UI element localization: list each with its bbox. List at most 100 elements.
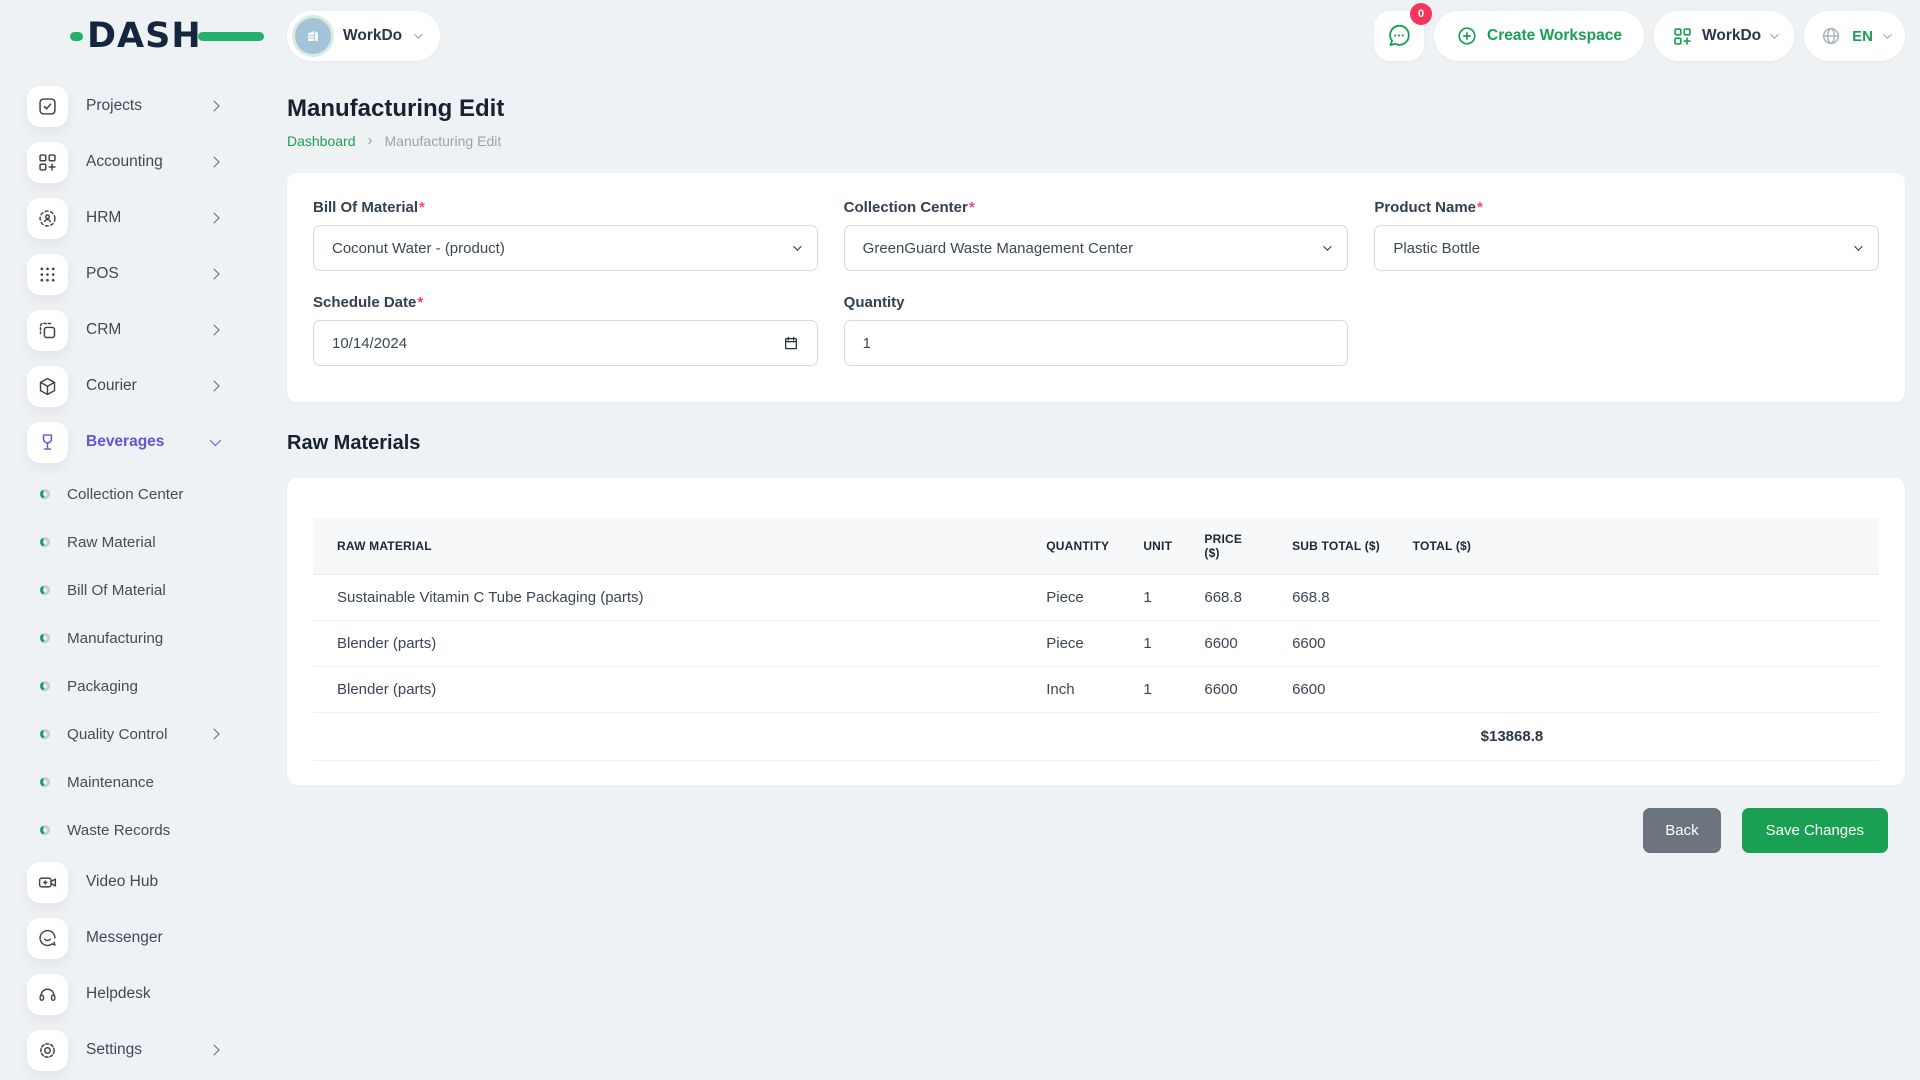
- gear-icon: [27, 1030, 68, 1071]
- workspace-menu[interactable]: WorkDo: [1654, 11, 1794, 61]
- collection-center-field: Collection Center* GreenGuard Waste Mana…: [844, 199, 1349, 271]
- breadcrumb-separator: ›: [368, 132, 373, 149]
- header-actions: 0 Create Workspace WorkDo EN: [1374, 11, 1905, 61]
- chevron-right-icon: [208, 380, 219, 391]
- beverages-glass-icon: [27, 422, 68, 463]
- col-total: TOTAL ($): [1397, 518, 1879, 575]
- required-marker: *: [969, 199, 975, 216]
- grid-plus-icon: [1672, 26, 1693, 47]
- col-quantity: QUANTITY: [1030, 518, 1127, 575]
- sidebar-item-beverages[interactable]: Beverages: [27, 414, 240, 470]
- schedule-date-label: Schedule Date: [313, 294, 416, 311]
- workspace-name: WorkDo: [343, 27, 402, 45]
- sidebar-item-video-hub[interactable]: Video Hub: [27, 854, 240, 910]
- raw-materials-card: RAW MATERIAL QUANTITY UNIT PRICE ($) SUB…: [287, 478, 1905, 785]
- bullet-icon: [40, 729, 50, 739]
- bill-of-material-select[interactable]: Coconut Water - (product): [313, 225, 818, 271]
- product-name-field: Product Name* Plastic Bottle: [1374, 199, 1879, 271]
- chevron-right-icon: [208, 728, 219, 739]
- sidebar-item-messenger[interactable]: Messenger: [27, 910, 240, 966]
- language-label: EN: [1852, 28, 1873, 45]
- top-header: DASH WorkDo 0 Create Workspace: [0, 0, 1920, 72]
- chevron-right-icon: [208, 156, 219, 167]
- breadcrumb: Dashboard › Manufacturing Edit: [287, 132, 1905, 149]
- workspace-avatar: [295, 18, 331, 54]
- sidebar-subitem-manufacturing[interactable]: Manufacturing: [27, 614, 240, 662]
- chevron-right-icon: [208, 212, 219, 223]
- chevron-right-icon: [208, 324, 219, 335]
- sidebar: Projects Accounting HRM POS CRM Cou: [0, 72, 240, 1080]
- quantity-input-wrap: [844, 320, 1349, 366]
- sidebar-subitem-raw-material[interactable]: Raw Material: [27, 518, 240, 566]
- quantity-label: Quantity: [844, 294, 905, 311]
- chevron-right-icon: [208, 1044, 219, 1055]
- product-name-label: Product Name: [1374, 199, 1476, 216]
- bullet-icon: [40, 585, 50, 595]
- sidebar-item-crm[interactable]: CRM: [27, 302, 240, 358]
- chevron-down-icon: [1883, 30, 1891, 38]
- sidebar-subitem-waste-records[interactable]: Waste Records: [27, 806, 240, 854]
- sidebar-subitem-collection-center[interactable]: Collection Center: [27, 470, 240, 518]
- workspace-switcher[interactable]: WorkDo: [287, 11, 440, 61]
- table-row: Blender (parts) Piece 1 6600 6600: [313, 621, 1879, 667]
- bill-of-material-label: Bill Of Material: [313, 199, 418, 216]
- bullet-icon: [40, 537, 50, 547]
- sidebar-subitem-maintenance[interactable]: Maintenance: [27, 758, 240, 806]
- sidebar-item-courier[interactable]: Courier: [27, 358, 240, 414]
- sidebar-item-pos[interactable]: POS: [27, 246, 240, 302]
- projects-check-icon: [27, 86, 68, 127]
- col-price: PRICE ($): [1188, 518, 1276, 575]
- video-camera-icon: [27, 862, 68, 903]
- table-row: Sustainable Vitamin C Tube Packaging (pa…: [313, 575, 1879, 621]
- create-workspace-label: Create Workspace: [1487, 27, 1622, 45]
- quantity-field: Quantity: [844, 294, 1349, 366]
- pos-dots-icon: [27, 254, 68, 295]
- bill-of-material-field: Bill Of Material* Coconut Water - (produ…: [313, 199, 818, 271]
- page-title: Manufacturing Edit: [287, 95, 1905, 123]
- chevron-down-icon: [1323, 242, 1331, 250]
- sidebar-subitem-packaging[interactable]: Packaging: [27, 662, 240, 710]
- sidebar-item-helpdesk[interactable]: Helpdesk: [27, 966, 240, 1022]
- bullet-icon: [40, 681, 50, 691]
- bullet-icon: [40, 825, 50, 835]
- raw-materials-heading: Raw Materials: [287, 432, 1905, 455]
- plus-circle-icon: [1456, 25, 1478, 47]
- crm-squares-icon: [27, 310, 68, 351]
- table-row: Blender (parts) Inch 1 6600 6600: [313, 667, 1879, 713]
- collection-center-select[interactable]: GreenGuard Waste Management Center: [844, 225, 1349, 271]
- chat-bubble-icon: [1386, 23, 1412, 49]
- save-changes-button[interactable]: Save Changes: [1742, 808, 1888, 853]
- col-unit: UNIT: [1127, 518, 1188, 575]
- sidebar-item-hrm[interactable]: HRM: [27, 190, 240, 246]
- globe-icon: [1820, 25, 1842, 47]
- language-selector[interactable]: EN: [1804, 11, 1905, 61]
- required-marker: *: [1477, 199, 1483, 216]
- schedule-date-input[interactable]: 10/14/2024: [313, 320, 818, 366]
- sidebar-subitem-bill-of-material[interactable]: Bill Of Material: [27, 566, 240, 614]
- brand-logo[interactable]: DASH: [70, 16, 287, 56]
- bullet-icon: [40, 489, 50, 499]
- form-actions: Back Save Changes: [287, 808, 1905, 853]
- calendar-icon: [783, 335, 799, 351]
- breadcrumb-dashboard-link[interactable]: Dashboard: [287, 133, 356, 149]
- manufacturing-form-card: Bill Of Material * Coconut Water - (produ…: [287, 173, 1905, 402]
- grand-total-row: $13868.8: [313, 713, 1879, 761]
- chevron-down-icon: [793, 242, 801, 250]
- messages-button[interactable]: 0: [1374, 11, 1424, 61]
- sidebar-item-accounting[interactable]: Accounting: [27, 134, 240, 190]
- product-name-select[interactable]: Plastic Bottle: [1374, 225, 1879, 271]
- sidebar-item-projects[interactable]: Projects: [27, 78, 240, 134]
- create-workspace-button[interactable]: Create Workspace: [1434, 11, 1644, 61]
- main-content: Manufacturing Edit Dashboard › Manufactu…: [287, 95, 1905, 853]
- breadcrumb-current: Manufacturing Edit: [385, 133, 502, 149]
- back-button[interactable]: Back: [1643, 808, 1720, 853]
- chevron-right-icon: [208, 100, 219, 111]
- sidebar-item-settings[interactable]: Settings: [27, 1022, 240, 1078]
- col-sub-total: SUB TOTAL ($): [1276, 518, 1397, 575]
- quantity-input[interactable]: [863, 335, 1330, 352]
- col-raw-material: RAW MATERIAL: [313, 518, 1030, 575]
- sidebar-subitem-quality-control[interactable]: Quality Control: [27, 710, 240, 758]
- accounting-grid-icon: [27, 142, 68, 183]
- required-marker: *: [417, 294, 423, 311]
- collection-center-label: Collection Center: [844, 199, 968, 216]
